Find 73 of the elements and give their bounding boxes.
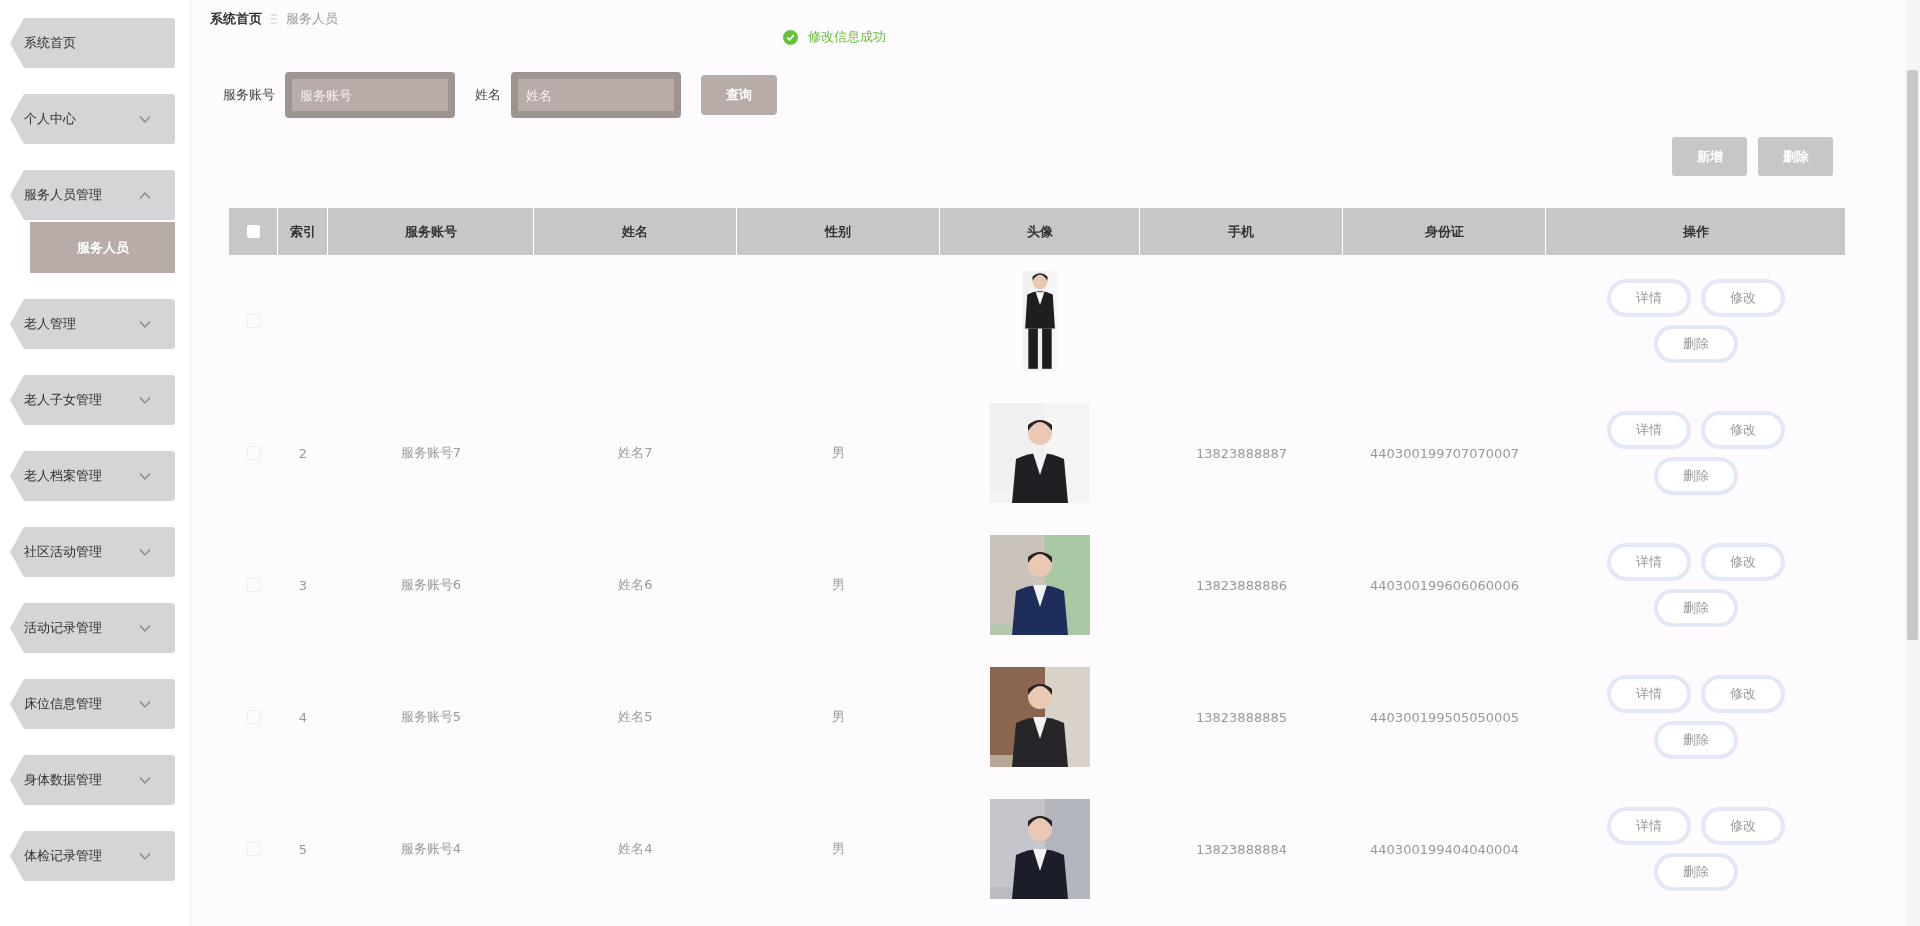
search-button[interactable]: 查询 bbox=[701, 75, 777, 115]
delete-button[interactable]: 删除 bbox=[1654, 325, 1738, 363]
delete-button[interactable]: 删除 bbox=[1758, 137, 1833, 176]
table-cell: 男 bbox=[832, 576, 845, 594]
table-cell: 男 bbox=[832, 444, 845, 462]
table-cell: 服务账号4 bbox=[400, 840, 462, 858]
delete-button[interactable]: 删除 bbox=[1654, 721, 1738, 759]
edit-button[interactable]: 修改 bbox=[1701, 807, 1785, 845]
scrollbar[interactable] bbox=[1905, 0, 1920, 926]
sidebar-item[interactable]: 社区活动管理 bbox=[10, 527, 175, 577]
header-cell: 姓名 bbox=[534, 208, 737, 255]
check-circle-icon bbox=[783, 29, 798, 45]
table-cell: 4 bbox=[298, 709, 308, 725]
search-field[interactable]: 服务账号 bbox=[285, 72, 455, 118]
table-cell: 440300199404040004 bbox=[1370, 841, 1519, 857]
table-cell: 服务账号6 bbox=[400, 576, 462, 594]
breadcrumb-separator-icon bbox=[270, 13, 278, 25]
table-cell: 3 bbox=[298, 577, 308, 593]
details-button[interactable]: 详情 bbox=[1607, 543, 1691, 581]
header-cell: 索引 bbox=[278, 208, 328, 255]
table-cell: 姓名7 bbox=[618, 444, 653, 462]
table-cell: 服务账号5 bbox=[400, 708, 462, 726]
search-field[interactable]: 姓名 bbox=[511, 72, 681, 118]
delete-button[interactable]: 删除 bbox=[1654, 589, 1738, 627]
table-cell: 服务账号7 bbox=[400, 444, 462, 462]
checkbox[interactable] bbox=[246, 225, 260, 238]
table-cell: 440300199707070007 bbox=[1370, 445, 1519, 461]
sidebar-item[interactable]: 身体数据管理 bbox=[10, 755, 175, 805]
sidebar-item[interactable]: 老人管理 bbox=[10, 299, 175, 349]
sidebar-item[interactable]: 个人中心 bbox=[10, 94, 175, 144]
details-button[interactable]: 详情 bbox=[1607, 675, 1691, 713]
table-cell: 男 bbox=[832, 840, 845, 858]
header-cell: 身份证 bbox=[1343, 208, 1546, 255]
header-cell: 性别 bbox=[737, 208, 940, 255]
sidebar-item[interactable]: 床位信息管理 bbox=[10, 679, 175, 729]
sidebar-item[interactable]: 服务人员管理 bbox=[10, 170, 175, 220]
table-cell: 13823888886 bbox=[1196, 577, 1287, 593]
header-cell: 头像 bbox=[940, 208, 1140, 255]
header-cell: 操作 bbox=[1546, 208, 1846, 255]
toast-message: 修改信息成功 bbox=[808, 28, 886, 46]
edit-button[interactable]: 修改 bbox=[1701, 675, 1785, 713]
delete-button[interactable]: 删除 bbox=[1654, 457, 1738, 495]
details-button[interactable]: 详情 bbox=[1607, 807, 1691, 845]
breadcrumb-item: 服务人员 bbox=[286, 10, 338, 28]
table-cell: 440300199606060006 bbox=[1370, 577, 1519, 593]
table-cell: 5 bbox=[298, 841, 308, 857]
header-cell: 手机 bbox=[1140, 208, 1343, 255]
sidebar-item[interactable]: 体检记录管理 bbox=[10, 831, 175, 881]
edit-button[interactable]: 修改 bbox=[1701, 543, 1785, 581]
header-cell: 服务账号 bbox=[328, 208, 534, 255]
details-button[interactable]: 详情 bbox=[1607, 279, 1691, 317]
sidebar-item[interactable]: 老人档案管理 bbox=[10, 451, 175, 501]
details-button[interactable]: 详情 bbox=[1607, 411, 1691, 449]
sidebar-subitem[interactable]: 服务人员 bbox=[30, 222, 175, 273]
add-button[interactable]: 新增 bbox=[1672, 137, 1747, 176]
table-cell: 姓名6 bbox=[618, 576, 653, 594]
table-cell: 13823888887 bbox=[1196, 445, 1287, 461]
edit-button[interactable]: 修改 bbox=[1701, 279, 1785, 317]
delete-button[interactable]: 删除 bbox=[1654, 853, 1738, 891]
edit-button[interactable]: 修改 bbox=[1701, 411, 1785, 449]
sidebar-item[interactable]: 活动记录管理 bbox=[10, 603, 175, 653]
table-cell: 440300199505050005 bbox=[1370, 709, 1519, 725]
table-cell: 13823888884 bbox=[1196, 841, 1287, 857]
table-cell: 13823888885 bbox=[1196, 709, 1287, 725]
field-label: 姓名 bbox=[475, 86, 501, 104]
breadcrumb-item[interactable]: 系统首页 bbox=[210, 10, 262, 28]
table-cell: 2 bbox=[298, 445, 308, 461]
table-cell: 姓名4 bbox=[618, 840, 653, 858]
table-cell: 男 bbox=[832, 708, 845, 726]
sidebar-item[interactable]: 系统首页 bbox=[10, 18, 175, 68]
field-label: 服务账号 bbox=[223, 86, 275, 104]
table-cell: 姓名5 bbox=[618, 708, 653, 726]
sidebar-item[interactable]: 老人子女管理 bbox=[10, 375, 175, 425]
